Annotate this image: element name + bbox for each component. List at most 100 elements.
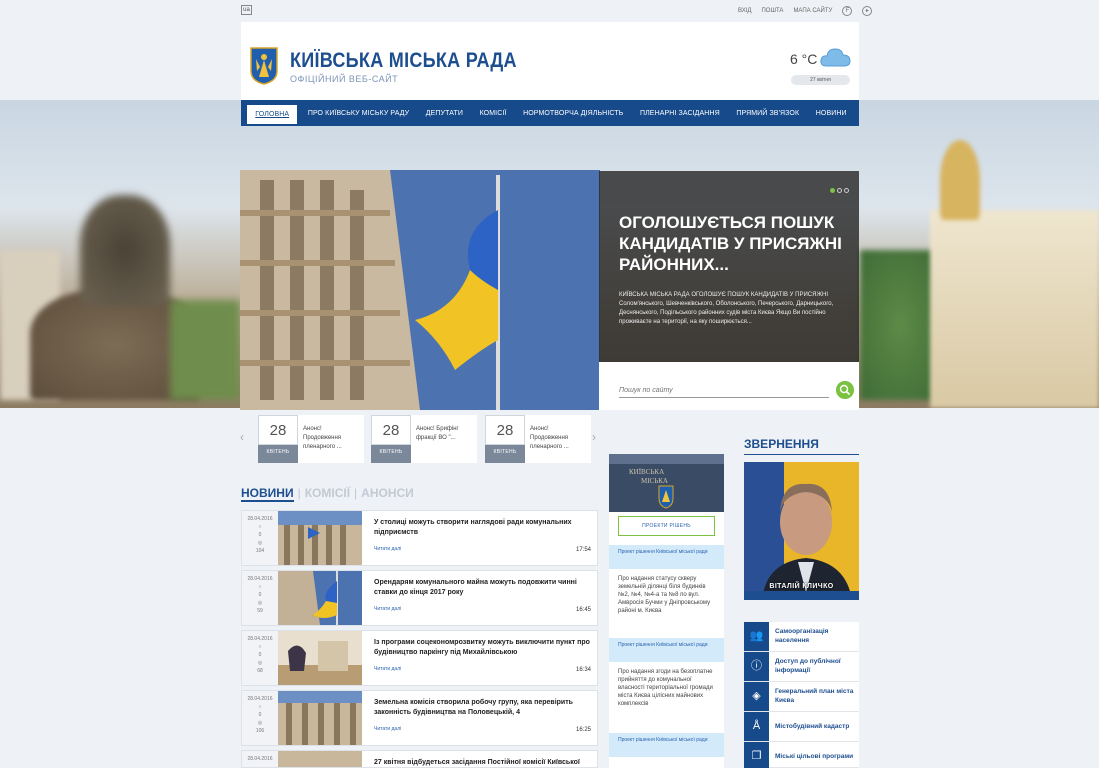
nav-commissions[interactable]: КОМІСІЇ [474,107,513,120]
news-title[interactable]: Земельна комісія створила робочу групу, … [374,698,594,718]
draft-decision-item[interactable]: Проект рішення Київської міської ради [609,733,724,757]
news-item[interactable]: 28.04.2016 ○ 0 ◎ 104 У столиці можуть створи… [241,510,598,566]
search-icon[interactable] [836,381,854,399]
slider-dot-3[interactable] [844,188,849,193]
news-thumbnail[interactable] [278,571,362,625]
slider-dots [830,188,849,193]
news-title[interactable]: 27 квітня відбудеться засідання Постійно… [374,758,594,767]
appeals-divider [744,454,859,455]
announcement-card[interactable]: 28 КВІТЕНЬ Анонс! Продовження пленарного … [485,415,591,463]
news-meta: 28.04.2016 ○ 0 ◎ 106 [242,691,278,745]
announcement-card[interactable]: 28 КВІТЕНЬ Анонс! Брифінг фракції ВО "... [371,415,477,463]
slider-dot-2[interactable] [837,188,842,193]
news-meta: 28.04.2016 ○ 0 ◎ 104 [242,511,278,565]
news-item[interactable]: 28.04.2016 ○ 0 ◎ 106 Земельна комісія створи… [241,690,598,746]
mayor-photo[interactable]: ВІТАЛІЙ КЛИЧКО [744,462,859,600]
slider-text: КИЇВСЬКА МІСЬКА РАДА ОГОЛОШУЄ ПОШУК КАНД… [619,292,834,325]
svg-text:КИЇВСЬКА: КИЇВСЬКА [629,468,664,476]
news-meta: 28.04.2016 [242,751,278,767]
draft-decision-text[interactable]: Про надання статусу скверу земельній діл… [609,569,724,621]
login-link[interactable]: вхід [738,8,751,14]
appeals-heading[interactable]: ЗВЕРНЕННЯ [744,437,819,451]
draft-decision-text[interactable]: Про надання згоди на безоплатне прийнятт… [609,662,724,714]
side-link-label: Генеральний план міста Києва [775,688,854,704]
weather-date: 27 квітня [791,75,850,85]
news-thumbnail[interactable] [278,691,362,745]
mayor-bar [744,591,859,600]
slider-title[interactable]: ОГОЛОШУЄТЬСЯ ПОШУК КАНДИДАТІВ У ПРИСЯЖНІ… [619,212,849,275]
side-link-programs[interactable]: ❐ Міські цільові програми [744,742,859,768]
eye-icon: ◎ [257,720,263,726]
news-thumbnail[interactable] [278,751,362,767]
slider-caption: ОГОЛОШУЄТЬСЯ ПОШУК КАНДИДАТІВ У ПРИСЯЖНІ… [599,171,859,362]
comment-icon: ○ [258,644,262,650]
news-title[interactable]: Орендарям комунального майна можуть подо… [374,578,594,598]
news-thumbnail[interactable] [278,631,362,685]
read-more-link[interactable]: Читати далі [374,606,401,612]
side-link-cadastre[interactable]: Å Містобудівний кадастр [744,712,859,742]
tab-commissions[interactable]: КОМІСІЇ [305,486,350,502]
draft-decisions-button[interactable]: ПРОЕКТИ РІШЕНЬ [618,516,715,536]
sitemap-link[interactable]: мапа сайту [793,8,832,14]
side-link-label: Містобудівний кадастр [775,723,850,730]
announcement-text: Анонс! Продовження пленарного ... [298,415,364,463]
nav-about[interactable]: ПРО КИЇВСЬКУ МІСЬКУ РАДУ [302,107,415,120]
news-title[interactable]: Із програми соцекономрозвитку можуть вик… [374,638,594,658]
mail-link[interactable]: пошта [761,8,783,14]
calendar-icon: 28 КВІТЕНЬ [485,415,525,463]
news-meta: 28.04.2016 ○ 0 ◎ 68 [242,631,278,685]
news-item[interactable]: 28.04.2016 ○ 0 ◎ 68 Із програми соцекономроз… [241,630,598,686]
comment-icon: ○ [258,524,262,530]
site-title[interactable]: КИЇВСЬКА МІСЬКА РАДА [290,49,517,73]
announcement-card[interactable]: 28 КВІТЕНЬ Анонс! Продовження пленарного … [258,415,364,463]
side-link-public-info[interactable]: ⓘ Доступ до публічної інформації [744,652,859,682]
people-icon: 👥 [744,622,769,651]
documents-icon: ❐ [744,742,769,768]
search-input[interactable] [619,384,829,398]
news-meta: 28.04.2016 ○ 0 ◎ 59 [242,571,278,625]
mayor-name[interactable]: ВІТАЛІЙ КЛИЧКО [744,583,859,590]
tab-announcements[interactable]: АНОНСИ [361,486,414,502]
nav-lawmaking[interactable]: НОРМОТВОРЧА ДІЯЛЬНІСТЬ [517,107,629,120]
side-link-self-organization[interactable]: 👥 Самоорганізація населення [744,622,859,652]
nav-contact[interactable]: ПРЯМИЙ ЗВ'ЯЗОК [730,107,805,120]
side-link-label: Міські цільові програми [775,753,854,760]
announce-next-icon[interactable]: › [592,430,596,444]
main-nav: ГОЛОВНА ПРО КИЇВСЬКУ МІСЬКУ РАДУ ДЕПУТАТ… [241,100,859,126]
read-more-link[interactable]: Читати далі [374,546,401,552]
svg-text:МІСЬКА: МІСЬКА [641,477,668,485]
draft-decision-label[interactable]: Проект рішення Київської міської ради [609,733,724,757]
draft-decision-item[interactable]: Проект рішення Київської міської ради Пр… [609,638,724,714]
announcement-text: Анонс! Продовження пленарного ... [525,415,591,463]
news-time: 17:54 [575,547,591,553]
side-link-general-plan[interactable]: ◈ Генеральний план міста Києва [744,682,859,712]
draft-decision-label[interactable]: Проект рішення Київської міської ради [609,638,724,662]
slider-dot-1[interactable] [830,188,835,193]
news-item[interactable]: 28.04.2016 ○ 0 ◎ 59 Орендарям комунального м… [241,570,598,626]
read-more-link[interactable]: Читати далі [374,666,401,672]
nav-deputies[interactable]: ДЕПУТАТИ [420,107,469,120]
tab-news[interactable]: НОВИНИ [241,486,294,502]
slider-image[interactable] [240,170,600,410]
news-title[interactable]: У столиці можуть створити наглядові ради… [374,518,594,538]
calendar-icon: 28 КВІТЕНЬ [258,415,298,463]
facebook-icon[interactable]: f [842,6,853,16]
site-header: КИЇВСЬКА МІСЬКА РАДА ОФІЦІЙНИЙ ВЕБ-САЙТ … [241,22,859,100]
news-thumbnail[interactable] [278,511,362,565]
nav-news[interactable]: НОВИНИ [810,107,853,120]
eye-icon: ◎ [257,660,263,666]
announce-prev-icon[interactable]: ‹ [240,430,244,444]
draft-decision-label[interactable]: Проект рішення Київської міської ради [609,545,724,569]
draft-decision-item[interactable]: Проект рішення Київської міської ради Пр… [609,545,724,621]
nav-home[interactable]: ГОЛОВНА [247,104,298,124]
kyiv-crest-logo[interactable] [250,47,278,85]
youtube-icon[interactable]: ▸ [862,6,873,16]
announcement-text: Анонс! Брифінг фракції ВО "... [411,415,477,463]
nav-plenary[interactable]: ПЛЕНАРНІ ЗАСІДАННЯ [634,107,726,120]
read-more-link[interactable]: Читати далі [374,726,401,732]
language-switch[interactable]: ua [241,5,252,15]
search-box [599,362,859,410]
news-time: 16:45 [575,607,591,613]
tab-separator: | [354,486,358,500]
news-item[interactable]: 28.04.2016 27 квітня відбудеться засідан… [241,750,598,768]
